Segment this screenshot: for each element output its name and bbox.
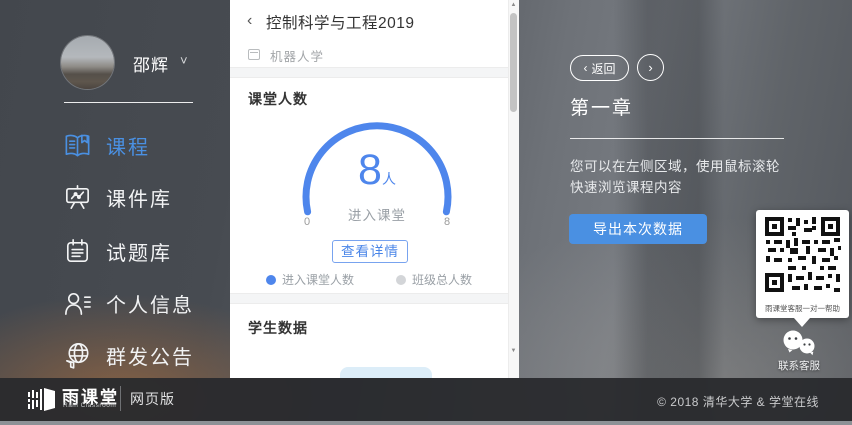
attendance-section-title: 课堂人数 <box>248 89 308 109</box>
sidebar-item-label: 个人信息 <box>106 289 194 318</box>
legend-label: 班级总人数 <box>412 271 472 288</box>
sidebar-item-courseware[interactable]: 课件库 <box>62 182 172 213</box>
profile-icon <box>62 288 93 319</box>
course-title: 控制科学与工程2019 <box>266 11 414 33</box>
return-button[interactable]: ‹ 返回 <box>570 55 629 81</box>
sidebar-item-courses[interactable]: 课程 <box>62 130 150 161</box>
scrollbar-thumb[interactable] <box>510 13 517 112</box>
contact-service-label: 联系客服 <box>766 358 832 373</box>
legend-dot-gray <box>396 275 406 285</box>
sidebar-item-label: 群发公告 <box>106 341 194 370</box>
sidebar-item-label: 课程 <box>106 131 150 160</box>
sidebar-item-label: 试题库 <box>106 237 172 266</box>
lesson-doc-icon <box>248 49 260 60</box>
gauge-legend: 进入课堂人数 班级总人数 <box>230 271 508 288</box>
hint-line-1: 您可以在左侧区域，使用鼠标滚轮 <box>570 156 780 177</box>
legend-entered: 进入课堂人数 <box>266 271 354 288</box>
footer-bar: 雨课堂 Rain Classroom 网页版 © 2018 清华大学 & 学堂在… <box>0 378 852 421</box>
sidebar-item-announcement[interactable]: 群发公告 <box>62 340 194 371</box>
copyright-text: © 2018 清华大学 & 学堂在线 <box>657 393 819 410</box>
rain-classroom-logo-icon <box>28 386 56 413</box>
sidebar-item-profile[interactable]: 个人信息 <box>62 288 194 319</box>
question-bank-icon <box>62 236 93 267</box>
chapter-underline <box>570 138 784 139</box>
sidebar-item-label: 课件库 <box>106 183 172 212</box>
chapter-title: 第一章 <box>570 93 633 120</box>
gauge-number: 8 <box>358 146 382 194</box>
panel-scrollbar[interactable]: ▲ ▼ <box>508 0 519 378</box>
hint-line-2: 快速浏览课程内容 <box>570 177 780 198</box>
export-data-button[interactable]: 导出本次数据 <box>569 214 707 244</box>
chevron-down-icon[interactable]: ˅ <box>180 53 188 68</box>
next-button[interactable]: › <box>637 54 664 81</box>
return-button-label: 返回 <box>591 60 615 77</box>
popup-tail <box>794 318 810 327</box>
brand-subtitle: Rain Classroom <box>63 402 116 409</box>
app-window: 邵辉 ˅ 课程 课件库 试题库 <box>0 0 852 425</box>
sidebar-item-question-bank[interactable]: 试题库 <box>62 236 172 267</box>
gauge-value: 8人 <box>297 146 457 195</box>
view-details-button[interactable]: 查看详情 <box>332 240 408 263</box>
qr-caption: 雨课堂客服一对一帮助 <box>756 303 849 314</box>
footer-divider <box>120 386 121 411</box>
courseware-icon <box>62 182 93 213</box>
avatar[interactable] <box>61 36 114 89</box>
scroll-up-icon[interactable]: ▲ <box>509 2 518 8</box>
legend-label: 进入课堂人数 <box>282 271 354 288</box>
scrolled-content-peek <box>340 367 432 378</box>
legend-dot-blue <box>266 275 276 285</box>
section-divider <box>230 293 508 304</box>
wechat-contact-icon[interactable] <box>780 330 818 356</box>
lesson-subtitle: 机器人学 <box>270 46 324 65</box>
qr-code <box>762 214 843 295</box>
section-divider <box>230 67 508 78</box>
sidebar-divider <box>64 102 193 103</box>
bottom-edge-strip <box>0 421 852 425</box>
course-data-panel: ‹ 控制科学与工程2019 机器人学 课堂人数 0 8 8人 进入课堂 查看详情… <box>230 0 519 378</box>
legend-class-total: 班级总人数 <box>396 271 472 288</box>
customer-service-qr-popup: 雨课堂客服一对一帮助 <box>756 210 849 318</box>
forward-chevron-icon: › <box>648 60 652 75</box>
gauge-unit: 人 <box>382 171 396 187</box>
scroll-down-icon[interactable]: ▼ <box>509 348 518 354</box>
back-chevron-icon[interactable]: ‹ <box>247 12 252 30</box>
web-version-label: 网页版 <box>130 389 175 409</box>
attendance-gauge: 0 8 8人 进入课堂 <box>297 118 457 232</box>
scroll-hint-text: 您可以在左侧区域，使用鼠标滚轮 快速浏览课程内容 <box>570 156 780 198</box>
announcement-icon <box>62 340 93 371</box>
back-chevron-icon: ‹ <box>583 61 587 75</box>
user-name: 邵辉 <box>133 51 169 76</box>
students-section-title: 学生数据 <box>248 318 308 338</box>
gauge-caption: 进入课堂 <box>297 204 457 224</box>
book-icon <box>62 130 93 161</box>
